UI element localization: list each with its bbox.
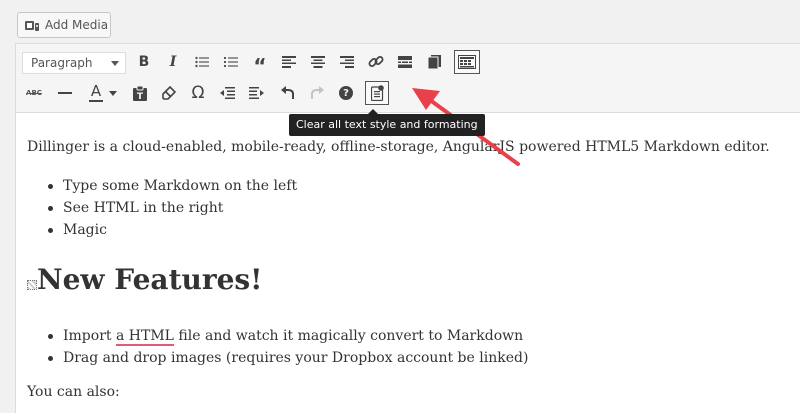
text-color-icon: A (90, 82, 102, 100)
special-character-button[interactable]: Ω (186, 81, 210, 105)
format-select-value: Paragraph (31, 56, 93, 70)
link-icon (368, 56, 384, 67)
list-item: See HTML in the right (47, 197, 297, 219)
toolbar-row-1: Paragraph B I “ (16, 48, 800, 78)
feature-list: Type some Markdown on the left See HTML … (47, 175, 297, 241)
strikethrough-button[interactable]: ABC (22, 81, 46, 105)
read-more-icon (398, 56, 412, 68)
toolbar-toggle-button[interactable] (454, 50, 480, 74)
list-item-text-end: file and watch it magically convert to M… (173, 328, 524, 344)
bold-button[interactable]: B (132, 50, 156, 74)
bold-icon: B (138, 54, 150, 70)
numbered-list-icon (224, 57, 238, 67)
bulleted-list-button[interactable] (190, 50, 214, 74)
fullscreen-icon (427, 55, 441, 69)
numbered-list-button[interactable] (219, 50, 243, 74)
intro-paragraph: Dillinger is a cloud-enabled, mobile-rea… (27, 139, 770, 155)
list-item: Magic (47, 219, 297, 241)
misspelled-phrase[interactable]: a HTML (115, 328, 174, 346)
clear-all-formatting-icon (370, 85, 384, 101)
media-icon (24, 18, 40, 32)
align-right-button[interactable] (335, 50, 359, 74)
list-item: Import a HTML file and watch it magicall… (47, 325, 528, 347)
editor-page: Add Media Paragraph B I “ ABC A T Ω ? Di… (0, 0, 800, 413)
format-select[interactable]: Paragraph (22, 52, 126, 74)
undo-button[interactable] (276, 81, 300, 105)
list-item: Type some Markdown on the left (47, 175, 297, 197)
blockquote-icon: “ (253, 54, 267, 78)
horizontal-line-icon (58, 92, 72, 94)
clear-all-formatting-button[interactable] (365, 81, 389, 105)
add-media-button[interactable]: Add Media (17, 12, 111, 38)
chevron-down-icon (109, 90, 117, 96)
clear-formatting-button[interactable] (157, 81, 181, 105)
paste-as-text-icon: T (133, 85, 147, 101)
italic-button[interactable]: I (161, 50, 185, 74)
new-features-list: Import a HTML file and watch it magicall… (47, 325, 528, 369)
add-media-label: Add Media (45, 18, 109, 32)
outdent-button[interactable] (215, 81, 239, 105)
strikethrough-icon: ABC (26, 89, 42, 97)
text-color-button[interactable]: A (84, 81, 108, 105)
toolbar-toggle-icon (458, 55, 476, 69)
special-character-icon: Ω (191, 83, 205, 103)
blockquote-button[interactable]: “ (248, 50, 272, 78)
tooltip: Clear all text style and formating (289, 109, 485, 136)
read-more-button[interactable] (393, 50, 417, 74)
help-icon: ? (339, 86, 353, 100)
redo-button[interactable] (305, 81, 329, 105)
text-color-swatch (89, 100, 103, 102)
list-item: Drag and drop images (requires your Drop… (47, 347, 528, 369)
indent-button[interactable] (244, 81, 268, 105)
svg-text:T: T (137, 92, 144, 101)
italic-icon: I (169, 54, 177, 70)
eraser-icon (162, 86, 176, 100)
section-heading: New Features! (37, 263, 263, 296)
paste-as-text-button[interactable]: T (128, 81, 152, 105)
redo-icon (311, 86, 324, 99)
align-left-icon (282, 56, 296, 68)
help-button[interactable]: ? (334, 81, 358, 105)
list-item-text-start: Import (63, 328, 116, 344)
align-center-icon (311, 56, 325, 68)
text-color-dropdown[interactable] (107, 81, 119, 105)
align-left-button[interactable] (277, 50, 301, 74)
insert-link-button[interactable] (364, 50, 388, 74)
misspelled-word: HTML (128, 328, 174, 344)
anchor-marker-icon[interactable] (27, 280, 37, 290)
chevron-down-icon (111, 61, 119, 66)
align-right-icon (340, 56, 354, 68)
misspelled-article: a (115, 328, 125, 344)
bulleted-list-icon (195, 56, 209, 68)
indent-icon (248, 87, 264, 99)
distraction-free-button[interactable] (422, 50, 446, 74)
horizontal-line-button[interactable] (53, 81, 77, 105)
outdent-icon (219, 87, 235, 99)
align-center-button[interactable] (306, 50, 330, 74)
closing-paragraph: You can also: (27, 384, 120, 400)
undo-icon (281, 86, 294, 99)
